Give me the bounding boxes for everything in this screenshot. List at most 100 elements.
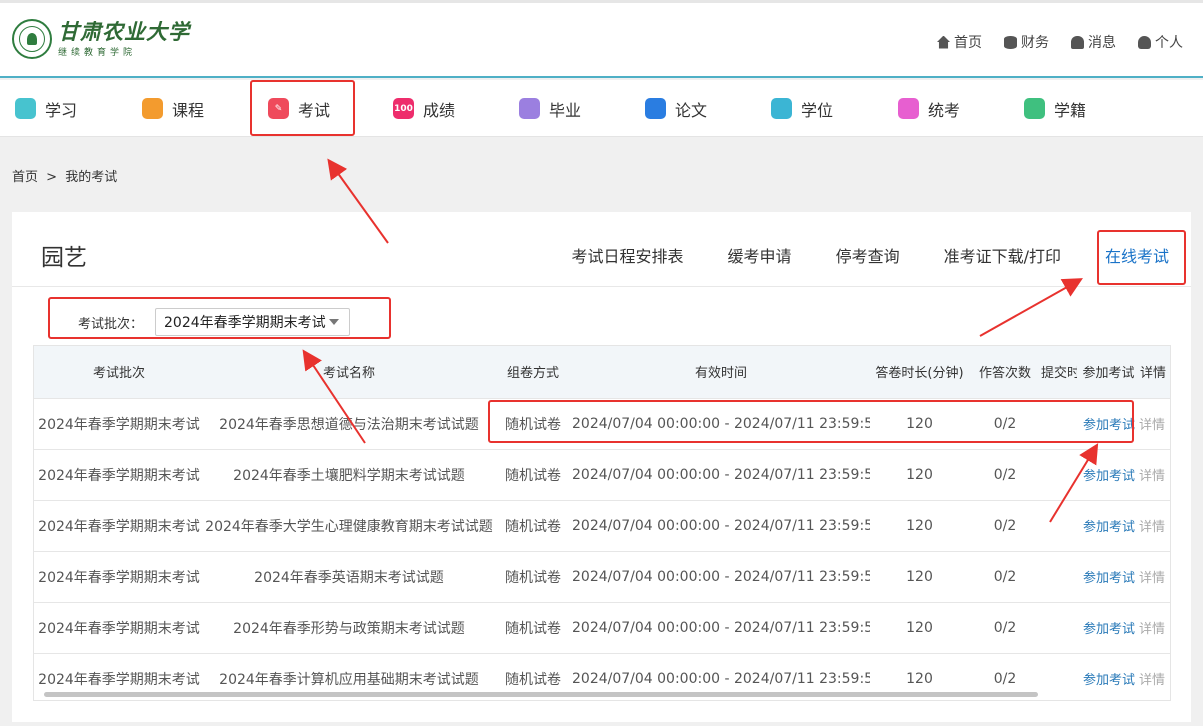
col-header: 答卷时长(分钟) (875, 366, 964, 382)
main-nav: 学习 课程 ✎ 考试 100 成绩 毕业 论文 学位 统考 学籍 (0, 80, 1203, 137)
nav-item-exams[interactable]: ✎ 考试 (268, 80, 330, 137)
university-logo[interactable]: 甘肃农业大学 继续教育学院 (12, 19, 190, 59)
exam-tabs: 考试日程安排表 缓考申请 停考查询 准考证下载/打印 在线考试 (550, 212, 1191, 286)
cell-exam-name: 2024年春季土壤肥料学期末考试试题 (233, 467, 465, 484)
detail-link[interactable]: 详情 (1139, 622, 1165, 637)
cell-valid-time: 2024/07/04 00:00:00 - 2024/07/11 23:59:5… (572, 517, 870, 534)
folder-icon (898, 98, 919, 119)
nav-item-student-status[interactable]: 学籍 (1024, 80, 1086, 137)
detail-link[interactable]: 详情 (1139, 418, 1165, 433)
cell-duration: 120 (906, 517, 933, 534)
cell-mode: 随机试卷 (505, 569, 561, 586)
nav-item-graduation[interactable]: 毕业 (519, 80, 581, 137)
document-icon (645, 98, 666, 119)
score-100-icon: 100 (393, 98, 414, 119)
cell-mode: 随机试卷 (505, 467, 561, 484)
cell-actions: 参加考试 详情 (1077, 449, 1170, 500)
cell-duration: 120 (906, 619, 933, 636)
table-row: 2024年春季学期期末考试 2024年春季大学生心理健康教育期末考试试题 随机试卷 2… (34, 500, 1170, 551)
cell-valid-time: 2024/07/04 00:00:00 - 2024/07/11 23:59:5… (572, 619, 870, 636)
join-exam-link[interactable]: 参加考试 (1083, 673, 1135, 688)
col-header: 作答次数 (978, 366, 1031, 382)
top-link-home[interactable]: 首页 (937, 32, 982, 52)
logo-name: 甘肃农业大学 (58, 18, 190, 44)
bookmark-icon (142, 98, 163, 119)
user-icon (1138, 35, 1151, 49)
table-row: 2024年春季学期期末考试 2024年春季形势与政策期末考试试题 随机试卷 2024/… (34, 602, 1170, 653)
list-icon (1024, 98, 1045, 119)
cell-batch: 2024年春季学期期末考试 (38, 569, 200, 586)
cell-submit-time (1041, 449, 1077, 500)
join-exam-link[interactable]: 参加考试 (1083, 418, 1135, 433)
col-header: 考试名称 (322, 366, 375, 382)
cell-actions: 参加考试 详情 (1077, 653, 1170, 700)
tab-deferral-application[interactable]: 缓考申请 (706, 218, 814, 292)
cell-actions: 参加考试 详情 (1077, 602, 1170, 653)
cap-icon (771, 98, 792, 119)
top-link-profile[interactable]: 个人 (1138, 32, 1183, 52)
nav-item-study[interactable]: 学习 (15, 80, 77, 137)
cell-exam-name: 2024年春季英语期末考试试题 (254, 569, 444, 586)
logo-subtitle: 继续教育学院 (58, 47, 137, 58)
cell-exam-name: 2024年春季大学生心理健康教育期末考试试题 (205, 518, 493, 535)
detail-link[interactable]: 详情 (1139, 520, 1165, 535)
nav-item-grades[interactable]: 100 成绩 (393, 80, 455, 137)
nav-item-degree[interactable]: 学位 (771, 80, 833, 137)
table-row: 2024年春季学期期末考试 2024年春季思想道德与法治期末考试试题 随机试卷 202… (34, 398, 1170, 449)
cell-attempts: 0/2 (993, 466, 1017, 483)
cell-submit-time (1041, 398, 1077, 449)
exam-card: 园艺 考试日程安排表 缓考申请 停考查询 准考证下载/打印 在线考试 考试批次：… (12, 212, 1191, 722)
table-header-row: 考试批次 考试名称 组卷方式 有效时间 答卷时长(分钟) 作答次数 提交时间 参… (34, 346, 1170, 398)
cell-mode: 随机试卷 (505, 620, 561, 637)
graduate-icon (519, 98, 540, 119)
table-row: 2024年春季学期期末考试 2024年春季土壤肥料学期末考试试题 随机试卷 2024/… (34, 449, 1170, 500)
cell-valid-time: 2024/07/04 00:00:00 - 2024/07/11 23:59:5… (572, 466, 870, 483)
col-header: 详情 (1140, 366, 1167, 382)
join-exam-link[interactable]: 参加考试 (1083, 571, 1135, 586)
nav-item-courses[interactable]: 课程 (142, 80, 204, 137)
divider (12, 286, 1191, 287)
join-exam-link[interactable]: 参加考试 (1083, 622, 1135, 637)
tab-online-exam[interactable]: 在线考试 (1083, 218, 1191, 292)
chevron-down-icon (329, 319, 340, 325)
tab-admission-ticket[interactable]: 准考证下载/打印 (922, 218, 1083, 292)
cell-actions: 参加考试 详情 (1077, 398, 1170, 449)
batch-select[interactable]: 2024年春季学期期末考试 (155, 308, 351, 336)
cell-batch: 2024年春季学期期末考试 (38, 467, 200, 484)
cell-valid-time: 2024/07/04 00:00:00 - 2024/07/11 23:59:5… (572, 568, 870, 585)
book-open-icon (15, 98, 36, 119)
detail-link[interactable]: 详情 (1139, 673, 1165, 688)
cell-mode: 随机试卷 (505, 416, 561, 433)
cell-submit-time (1041, 602, 1077, 653)
col-header: 有效时间 (694, 366, 747, 382)
cell-submit-time (1041, 653, 1077, 700)
horizontal-scrollbar[interactable] (44, 692, 1038, 697)
tab-exam-schedule[interactable]: 考试日程安排表 (550, 218, 706, 292)
cell-submit-time (1041, 551, 1077, 602)
col-header: 参加考试 (1082, 366, 1135, 382)
detail-link[interactable]: 详情 (1139, 469, 1165, 484)
breadcrumb-home[interactable]: 首页 (12, 170, 38, 185)
bell-icon (1071, 35, 1084, 49)
batch-filter: 考试批次： 2024年春季学期期末考试 (78, 308, 351, 336)
batch-select-value: 2024年春季学期期末考试 (164, 315, 326, 331)
join-exam-link[interactable]: 参加考试 (1083, 520, 1135, 535)
top-link-finance[interactable]: 财务 (1004, 32, 1049, 52)
cell-attempts: 0/2 (993, 568, 1017, 585)
cell-attempts: 0/2 (993, 517, 1017, 534)
cell-attempts: 0/2 (993, 619, 1017, 636)
top-link-messages[interactable]: 消息 (1071, 32, 1116, 52)
detail-link[interactable]: 详情 (1139, 571, 1165, 586)
nav-item-thesis[interactable]: 论文 (645, 80, 707, 137)
breadcrumb: 首页 > 我的考试 (12, 166, 121, 185)
cell-batch: 2024年春季学期期末考试 (38, 518, 200, 535)
pencil-icon: ✎ (268, 98, 289, 119)
breadcrumb-current: 我的考试 (65, 170, 118, 185)
tab-suspension-query[interactable]: 停考查询 (814, 218, 922, 292)
col-header: 组卷方式 (506, 366, 559, 382)
join-exam-link[interactable]: 参加考试 (1083, 469, 1135, 484)
nav-item-unified-exam[interactable]: 统考 (898, 80, 960, 137)
cell-duration: 120 (906, 568, 933, 585)
table-row: 2024年春季学期期末考试 2024年春季英语期末考试试题 随机试卷 2024/07/… (34, 551, 1170, 602)
header: 甘肃农业大学 继续教育学院 首页 财务 消息 个人 (0, 0, 1203, 78)
